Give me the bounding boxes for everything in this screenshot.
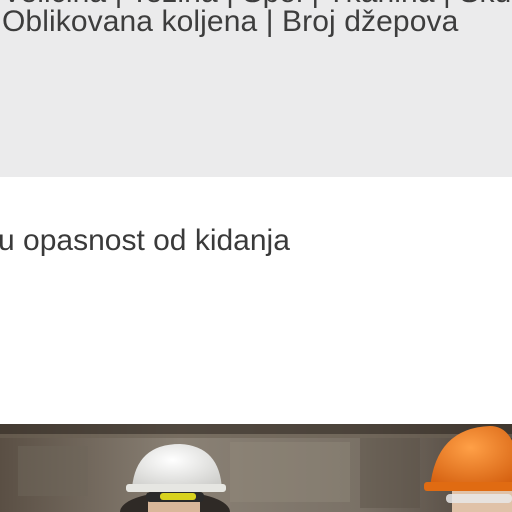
spec-features-line: Oblikovana koljena | Broj džepova [2, 5, 459, 38]
workers-photo-illustration [0, 424, 512, 512]
description-text: u opasnost od kidanja [0, 224, 290, 257]
product-description: u opasnost od kidanja [0, 177, 512, 424]
product-spec-band: Veličina | Težina | Spol | Tkanina | Sku… [0, 0, 512, 177]
workers-photo [0, 424, 512, 512]
